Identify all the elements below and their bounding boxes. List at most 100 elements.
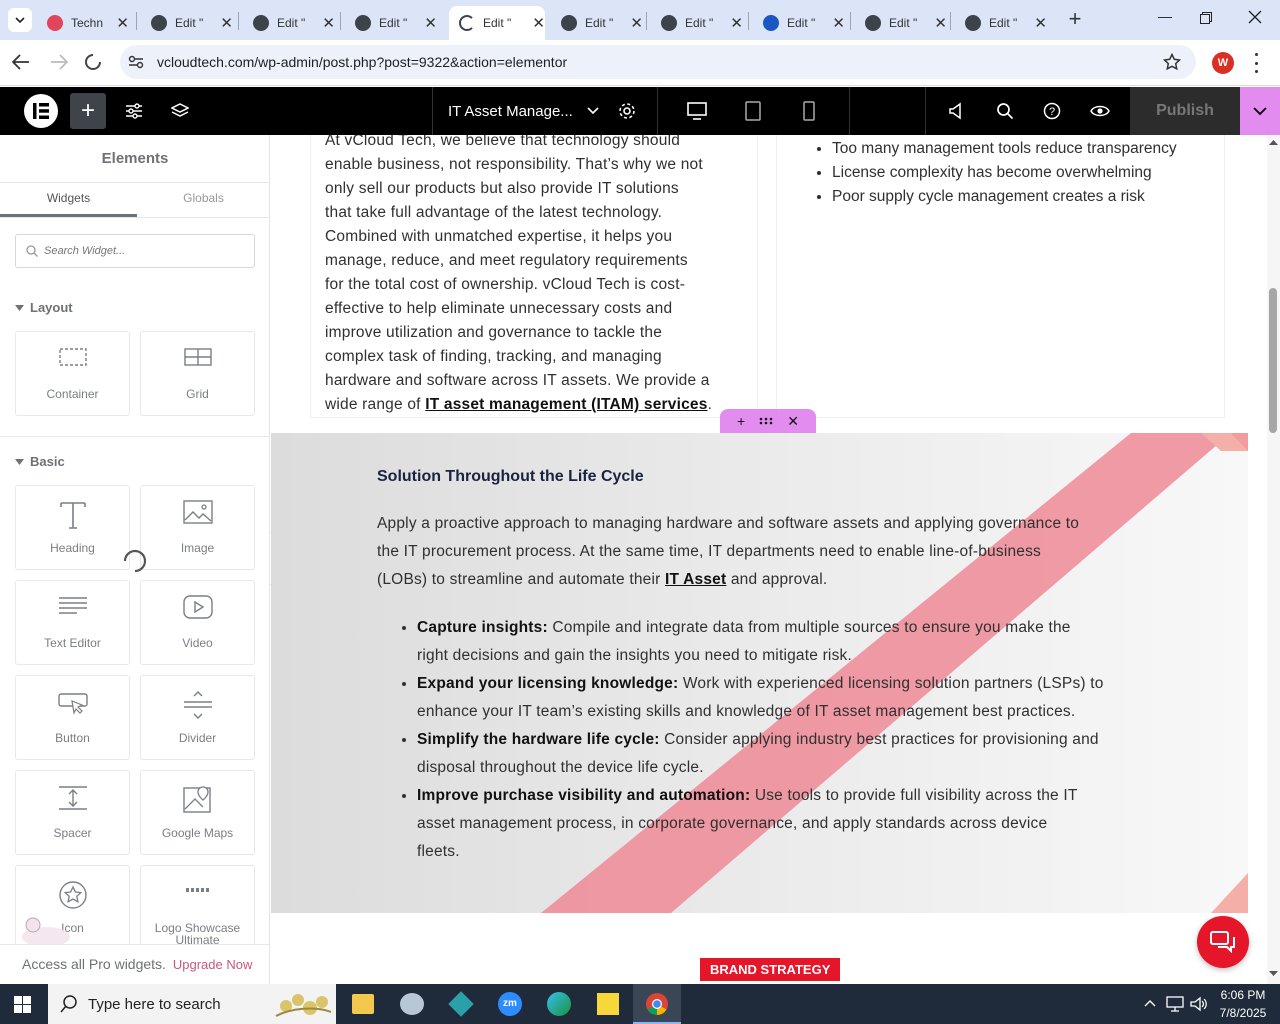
widget-spacer[interactable]: Spacer (15, 770, 130, 855)
elementor-logo-button[interactable] (24, 94, 58, 128)
chat-widget-button[interactable] (1197, 916, 1249, 968)
section-handle[interactable]: + ✕ (720, 409, 816, 433)
browser-tab[interactable]: Edit " ✕ (651, 6, 743, 40)
taskbar-paint[interactable] (400, 993, 424, 1015)
desktop-view-button[interactable] (680, 87, 714, 135)
omnibox[interactable]: vcloudtech.com/wp-admin/post.php?post=93… (120, 45, 1196, 79)
minimize-button[interactable]: — (1155, 8, 1175, 30)
tablet-view-button[interactable] (738, 87, 768, 135)
chevron-down-icon (587, 107, 599, 115)
browser-menu-button[interactable] (1252, 53, 1260, 73)
site-info-icon[interactable] (128, 55, 144, 69)
close-window-button[interactable] (1248, 10, 1268, 30)
close-tab-icon[interactable]: ✕ (424, 14, 437, 32)
browser-tab[interactable]: Edit " ✕ (753, 6, 845, 40)
volume-icon[interactable] (1190, 996, 1208, 1012)
notes-button[interactable] (942, 87, 972, 135)
network-icon[interactable] (1166, 996, 1184, 1012)
taskbar-search-box[interactable]: Type here to search (48, 984, 336, 1024)
lifecycle-section[interactable]: Solution Throughout the Life Cycle Apply… (271, 433, 1248, 913)
add-section-icon[interactable]: + (737, 413, 745, 429)
widget-label: Text Editor (44, 636, 101, 650)
close-tab-icon[interactable]: ✕ (220, 14, 233, 32)
widget-divider[interactable]: Divider (140, 675, 255, 760)
close-tab-icon[interactable]: ✕ (116, 14, 129, 32)
taskbar-file-explorer[interactable] (352, 994, 374, 1014)
browser-tab[interactable]: Techn ✕ (37, 6, 129, 40)
benefits-list: Capture insights: Compile and integrate … (417, 614, 1177, 866)
widget-container[interactable]: Container (15, 331, 130, 416)
canvas-scrollbar[interactable] (1267, 135, 1280, 984)
it-asset-link[interactable]: IT Asset (665, 571, 726, 588)
taskbar-app-diamond[interactable] (448, 991, 474, 1017)
tab-globals[interactable]: Globals (137, 183, 269, 217)
widget-google-maps[interactable]: Google Maps (140, 770, 255, 855)
search-widget-input[interactable] (44, 242, 244, 260)
section-toggle-layout[interactable]: Layout (15, 300, 73, 315)
profile-avatar[interactable]: W (1212, 52, 1234, 74)
url-text[interactable]: vcloudtech.com/wp-admin/post.php?post=93… (157, 54, 567, 70)
taskbar-chrome[interactable] (633, 984, 681, 1024)
tab-widgets[interactable]: Widgets (0, 183, 137, 217)
clock-time[interactable]: 6:06 PM (1214, 988, 1272, 1002)
browser-tab[interactable]: Edit " ✕ (955, 6, 1047, 40)
structure-button[interactable] (164, 87, 196, 135)
mobile-icon (803, 101, 815, 121)
close-tab-icon[interactable]: ✕ (532, 14, 545, 32)
close-tab-icon[interactable]: ✕ (630, 14, 643, 32)
mobile-view-button[interactable] (796, 87, 822, 135)
search-widget-field[interactable] (15, 234, 255, 268)
browser-tab[interactable]: Edit " ✕ (449, 6, 545, 40)
close-tab-icon[interactable]: ✕ (832, 14, 845, 32)
scroll-down-icon[interactable] (1269, 971, 1278, 977)
tab-title: Edit " (483, 16, 512, 30)
widget-video[interactable]: Video (140, 580, 255, 665)
widget-logo-showcase[interactable]: Logo Showcase Ultimate (140, 865, 255, 950)
taskbar-edge[interactable] (547, 992, 571, 1016)
publish-options-button[interactable] (1240, 87, 1280, 135)
restore-button[interactable] (1200, 11, 1220, 31)
site-settings-button[interactable] (118, 87, 150, 135)
section-toggle-basic[interactable]: Basic (15, 454, 65, 469)
close-tab-icon[interactable]: ✕ (1034, 14, 1047, 32)
browser-tab[interactable]: Edit " ✕ (345, 6, 437, 40)
bookmark-star-icon[interactable] (1163, 53, 1181, 71)
tab-separator (950, 12, 951, 30)
stop-loading-button[interactable] (84, 53, 102, 76)
drag-handle-icon[interactable] (759, 417, 773, 425)
widget-heading[interactable]: Heading (15, 485, 130, 570)
widget-grid[interactable]: Grid (140, 331, 255, 416)
browser-tab[interactable]: Edit " ✕ (243, 6, 335, 40)
upgrade-now-link[interactable]: Upgrade Now (173, 957, 253, 972)
scrollbar-thumb[interactable] (1269, 288, 1277, 433)
widget-image[interactable]: Image (140, 485, 255, 570)
tab-search-button[interactable] (8, 8, 32, 32)
add-element-button[interactable]: + (70, 93, 106, 129)
taskbar-zoom[interactable]: zm (498, 992, 522, 1016)
section-line: (LOBs) to streamline and automate their … (377, 566, 1177, 594)
clock-date[interactable]: 7/8/2025 (1214, 1006, 1272, 1020)
start-button[interactable] (14, 996, 31, 1018)
widget-text-editor[interactable]: Text Editor (15, 580, 130, 665)
browser-tab[interactable]: Edit " ✕ (141, 6, 233, 40)
new-tab-button[interactable]: + (1064, 8, 1086, 32)
widget-button[interactable]: Button (15, 675, 130, 760)
forward-button[interactable] (50, 54, 69, 75)
help-button[interactable]: ? (1037, 87, 1067, 135)
page-title-dropdown[interactable]: IT Asset Manage... (440, 87, 600, 135)
itam-services-link[interactable]: IT asset management (ITAM) services (425, 396, 707, 413)
back-button[interactable] (11, 54, 30, 75)
taskbar-sticky-notes[interactable] (597, 993, 619, 1015)
publish-button[interactable]: Publish (1130, 87, 1240, 135)
close-tab-icon[interactable]: ✕ (322, 14, 335, 32)
delete-section-icon[interactable]: ✕ (787, 413, 799, 430)
close-tab-icon[interactable]: ✕ (934, 14, 947, 32)
page-settings-button[interactable] (612, 87, 642, 135)
browser-tab[interactable]: Edit " ✕ (855, 6, 947, 40)
tray-overflow-icon[interactable] (1144, 999, 1156, 1007)
finder-button[interactable] (990, 87, 1020, 135)
browser-tab[interactable]: Edit " ✕ (551, 6, 643, 40)
close-tab-icon[interactable]: ✕ (730, 14, 743, 32)
preview-button[interactable] (1085, 87, 1115, 135)
scroll-up-icon[interactable] (1269, 139, 1278, 145)
